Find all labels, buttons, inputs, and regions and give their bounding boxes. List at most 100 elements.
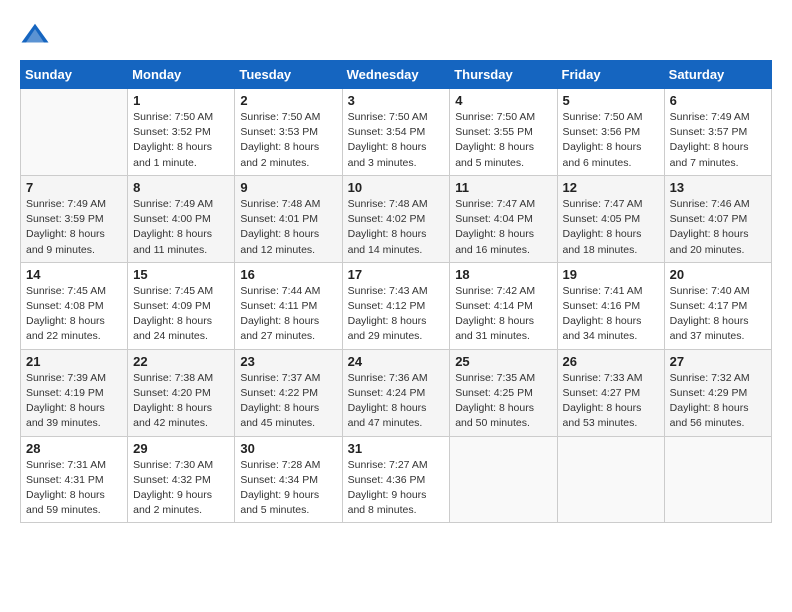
day-cell: 17 Sunrise: 7:43 AM Sunset: 4:12 PM Dayli… — [342, 262, 450, 349]
day-cell: 29 Sunrise: 7:30 AM Sunset: 4:32 PM Dayli… — [128, 436, 235, 523]
day-cell: 28 Sunrise: 7:31 AM Sunset: 4:31 PM Dayli… — [21, 436, 128, 523]
week-row-2: 14Sunrise: 7:45 AM Sunset: 4:08 PM Dayli… — [21, 262, 772, 349]
day-cell: 11Sunrise: 7:47 AM Sunset: 4:04 PM Dayli… — [450, 175, 557, 262]
col-header-wednesday: Wednesday — [342, 61, 450, 89]
day-cell: 9 Sunrise: 7:48 AM Sunset: 4:01 PM Daylig… — [235, 175, 342, 262]
col-header-friday: Friday — [557, 61, 664, 89]
day-number: 13 — [670, 180, 766, 195]
day-cell — [557, 436, 664, 523]
day-number: 2 — [240, 93, 336, 108]
day-number: 27 — [670, 354, 766, 369]
day-cell: 5Sunrise: 7:50 AM Sunset: 3:56 PM Daylig… — [557, 89, 664, 176]
day-number: 12 — [563, 180, 659, 195]
day-cell: 13 Sunrise: 7:46 AM Sunset: 4:07 PM Dayli… — [664, 175, 771, 262]
day-number: 25 — [455, 354, 551, 369]
day-cell: 23 Sunrise: 7:37 AM Sunset: 4:22 PM Dayli… — [235, 349, 342, 436]
day-detail: Sunrise: 7:50 AM Sunset: 3:54 PM Dayligh… — [348, 110, 445, 171]
day-detail: Sunrise: 7:27 AM Sunset: 4:36 PM Dayligh… — [348, 458, 445, 519]
logo-icon — [20, 20, 50, 50]
day-number: 29 — [133, 441, 229, 456]
day-number: 24 — [348, 354, 445, 369]
day-cell: 6 Sunrise: 7:49 AM Sunset: 3:57 PM Daylig… — [664, 89, 771, 176]
day-detail: Sunrise: 7:49 AM Sunset: 4:00 PM Dayligh… — [133, 197, 229, 258]
day-cell: 12Sunrise: 7:47 AM Sunset: 4:05 PM Dayli… — [557, 175, 664, 262]
day-number: 9 — [240, 180, 336, 195]
day-detail: Sunrise: 7:44 AM Sunset: 4:11 PM Dayligh… — [240, 284, 336, 345]
week-row-4: 28 Sunrise: 7:31 AM Sunset: 4:31 PM Dayli… — [21, 436, 772, 523]
day-cell — [664, 436, 771, 523]
day-cell: 26 Sunrise: 7:33 AM Sunset: 4:27 PM Dayli… — [557, 349, 664, 436]
day-cell: 16 Sunrise: 7:44 AM Sunset: 4:11 PM Dayli… — [235, 262, 342, 349]
day-cell: 8 Sunrise: 7:49 AM Sunset: 4:00 PM Daylig… — [128, 175, 235, 262]
week-row-3: 21 Sunrise: 7:39 AM Sunset: 4:19 PM Dayli… — [21, 349, 772, 436]
page-header — [20, 20, 772, 50]
day-number: 6 — [670, 93, 766, 108]
day-number: 16 — [240, 267, 336, 282]
day-cell: 1 Sunrise: 7:50 AM Sunset: 3:52 PM Daylig… — [128, 89, 235, 176]
day-detail: Sunrise: 7:40 AM Sunset: 4:17 PM Dayligh… — [670, 284, 766, 345]
day-number: 28 — [26, 441, 122, 456]
day-detail: Sunrise: 7:50 AM Sunset: 3:52 PM Dayligh… — [133, 110, 229, 171]
day-detail: Sunrise: 7:39 AM Sunset: 4:19 PM Dayligh… — [26, 371, 122, 432]
day-cell: 10Sunrise: 7:48 AM Sunset: 4:02 PM Dayli… — [342, 175, 450, 262]
day-detail: Sunrise: 7:38 AM Sunset: 4:20 PM Dayligh… — [133, 371, 229, 432]
day-number: 22 — [133, 354, 229, 369]
day-detail: Sunrise: 7:45 AM Sunset: 4:09 PM Dayligh… — [133, 284, 229, 345]
day-detail: Sunrise: 7:30 AM Sunset: 4:32 PM Dayligh… — [133, 458, 229, 519]
day-number: 19 — [563, 267, 659, 282]
day-cell: 27 Sunrise: 7:32 AM Sunset: 4:29 PM Dayli… — [664, 349, 771, 436]
day-detail: Sunrise: 7:35 AM Sunset: 4:25 PM Dayligh… — [455, 371, 551, 432]
col-header-sunday: Sunday — [21, 61, 128, 89]
day-number: 8 — [133, 180, 229, 195]
day-number: 21 — [26, 354, 122, 369]
day-cell: 31 Sunrise: 7:27 AM Sunset: 4:36 PM Dayli… — [342, 436, 450, 523]
day-cell: 20 Sunrise: 7:40 AM Sunset: 4:17 PM Dayli… — [664, 262, 771, 349]
day-number: 20 — [670, 267, 766, 282]
day-cell: 19 Sunrise: 7:41 AM Sunset: 4:16 PM Dayli… — [557, 262, 664, 349]
day-detail: Sunrise: 7:46 AM Sunset: 4:07 PM Dayligh… — [670, 197, 766, 258]
day-cell: 30 Sunrise: 7:28 AM Sunset: 4:34 PM Dayli… — [235, 436, 342, 523]
day-number: 17 — [348, 267, 445, 282]
day-detail: Sunrise: 7:50 AM Sunset: 3:55 PM Dayligh… — [455, 110, 551, 171]
day-number: 5 — [563, 93, 659, 108]
day-detail: Sunrise: 7:41 AM Sunset: 4:16 PM Dayligh… — [563, 284, 659, 345]
day-cell: 14Sunrise: 7:45 AM Sunset: 4:08 PM Dayli… — [21, 262, 128, 349]
day-number: 11 — [455, 180, 551, 195]
day-detail: Sunrise: 7:42 AM Sunset: 4:14 PM Dayligh… — [455, 284, 551, 345]
day-cell: 3 Sunrise: 7:50 AM Sunset: 3:54 PM Daylig… — [342, 89, 450, 176]
day-detail: Sunrise: 7:37 AM Sunset: 4:22 PM Dayligh… — [240, 371, 336, 432]
day-cell: 15Sunrise: 7:45 AM Sunset: 4:09 PM Dayli… — [128, 262, 235, 349]
week-row-1: 7Sunrise: 7:49 AM Sunset: 3:59 PM Daylig… — [21, 175, 772, 262]
day-number: 7 — [26, 180, 122, 195]
day-cell: 4 Sunrise: 7:50 AM Sunset: 3:55 PM Daylig… — [450, 89, 557, 176]
day-number: 30 — [240, 441, 336, 456]
day-cell: 18 Sunrise: 7:42 AM Sunset: 4:14 PM Dayli… — [450, 262, 557, 349]
logo — [20, 20, 54, 50]
col-header-tuesday: Tuesday — [235, 61, 342, 89]
day-number: 23 — [240, 354, 336, 369]
day-detail: Sunrise: 7:32 AM Sunset: 4:29 PM Dayligh… — [670, 371, 766, 432]
day-cell: 25 Sunrise: 7:35 AM Sunset: 4:25 PM Dayli… — [450, 349, 557, 436]
day-number: 4 — [455, 93, 551, 108]
day-detail: Sunrise: 7:43 AM Sunset: 4:12 PM Dayligh… — [348, 284, 445, 345]
col-header-thursday: Thursday — [450, 61, 557, 89]
day-detail: Sunrise: 7:50 AM Sunset: 3:53 PM Dayligh… — [240, 110, 336, 171]
day-cell: 24 Sunrise: 7:36 AM Sunset: 4:24 PM Dayli… — [342, 349, 450, 436]
day-number: 3 — [348, 93, 445, 108]
day-detail: Sunrise: 7:28 AM Sunset: 4:34 PM Dayligh… — [240, 458, 336, 519]
day-detail: Sunrise: 7:45 AM Sunset: 4:08 PM Dayligh… — [26, 284, 122, 345]
day-detail: Sunrise: 7:49 AM Sunset: 3:57 PM Dayligh… — [670, 110, 766, 171]
day-detail: Sunrise: 7:48 AM Sunset: 4:01 PM Dayligh… — [240, 197, 336, 258]
day-number: 18 — [455, 267, 551, 282]
day-detail: Sunrise: 7:31 AM Sunset: 4:31 PM Dayligh… — [26, 458, 122, 519]
day-detail: Sunrise: 7:36 AM Sunset: 4:24 PM Dayligh… — [348, 371, 445, 432]
calendar-table: SundayMondayTuesdayWednesdayThursdayFrid… — [20, 60, 772, 523]
col-header-saturday: Saturday — [664, 61, 771, 89]
day-number: 31 — [348, 441, 445, 456]
day-detail: Sunrise: 7:33 AM Sunset: 4:27 PM Dayligh… — [563, 371, 659, 432]
day-number: 26 — [563, 354, 659, 369]
day-cell — [21, 89, 128, 176]
day-cell: 22 Sunrise: 7:38 AM Sunset: 4:20 PM Dayli… — [128, 349, 235, 436]
col-header-monday: Monday — [128, 61, 235, 89]
day-number: 1 — [133, 93, 229, 108]
